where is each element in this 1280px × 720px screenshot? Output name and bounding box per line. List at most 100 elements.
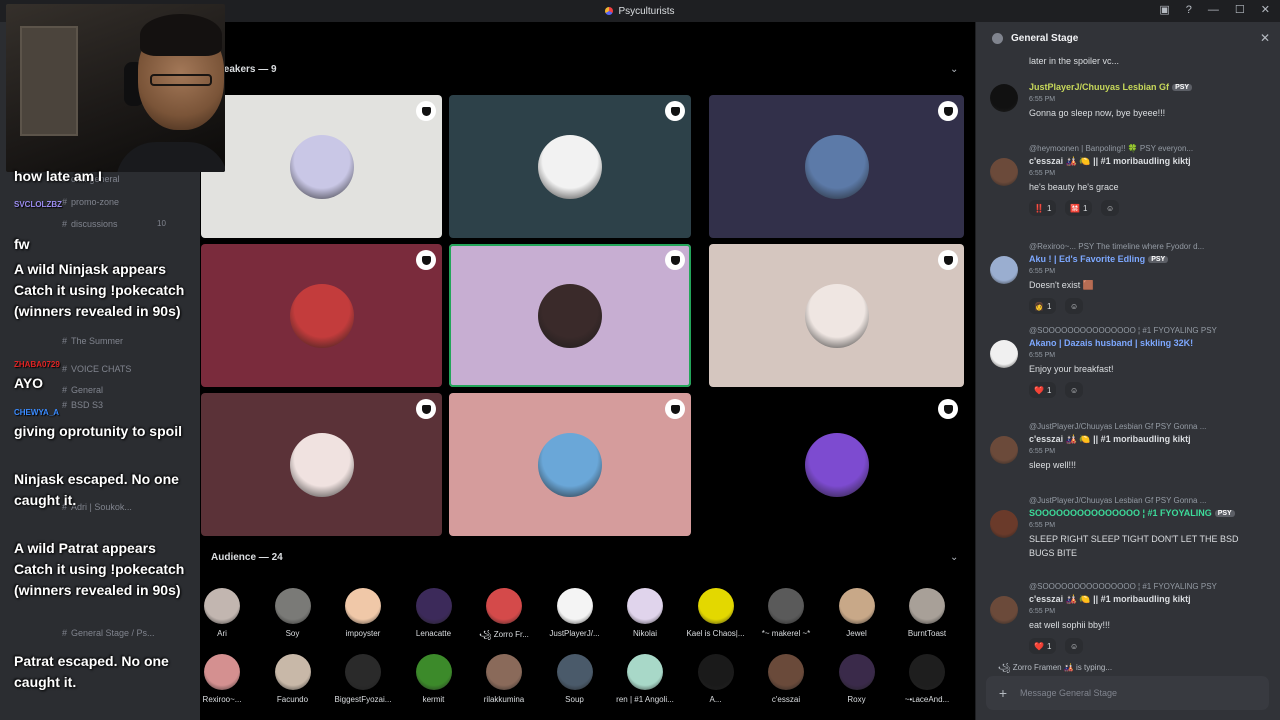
audience-member[interactable]: Soy [263, 588, 323, 638]
reaction[interactable]: 👩 1 [1029, 298, 1057, 314]
sidebar-channel[interactable]: # General [62, 385, 103, 395]
speaker-tile[interactable] [201, 95, 442, 238]
message-input[interactable]: + Message General Stage [986, 676, 1269, 710]
audience-name: Ari [217, 629, 227, 638]
avatar [204, 588, 240, 624]
chevron-down-icon[interactable]: ⌄ [950, 552, 958, 563]
chevron-down-icon[interactable]: ⌄ [950, 64, 958, 75]
username[interactable]: JustPlayerJ/Chuuyas Lesbian Gf PSY [1029, 82, 1193, 92]
speaker-tile[interactable] [201, 393, 442, 536]
sidebar-channel[interactable]: # General Stage / Ps... [62, 628, 155, 638]
audience-member[interactable]: Rexiroo~... [192, 654, 252, 704]
avatar [768, 654, 804, 690]
audience-member[interactable]: ꧁ Zorro Fr... [474, 588, 534, 645]
sidebar-channel[interactable]: # discussions [62, 219, 118, 229]
user-avatar[interactable] [990, 84, 1018, 112]
reaction[interactable]: 🈲 1 [1065, 200, 1093, 216]
shield-icon [670, 106, 680, 116]
user-avatar[interactable] [990, 256, 1018, 284]
inbox-icon[interactable]: ▣ [1159, 3, 1169, 16]
user-avatar[interactable] [990, 340, 1018, 368]
moderator-icon [938, 399, 958, 419]
reaction[interactable]: ❤️ 1 [1029, 638, 1057, 654]
username[interactable]: c'esszai 🎎 🍋 || #1 moribaudling kiktj [1029, 434, 1191, 445]
audience-name: A... [709, 695, 722, 704]
shield-icon [421, 106, 431, 116]
username[interactable]: Aku ! | Ed's Favorite Edling PSY [1029, 254, 1169, 264]
username[interactable]: SOOOOOOOOOOOOOOO ¦ #1 FYOYALING PSY [1029, 508, 1235, 518]
audience-member[interactable]: BiggestFyozai... [333, 654, 393, 704]
speaker-tile[interactable] [709, 244, 964, 387]
user-avatar[interactable] [990, 436, 1018, 464]
reaction[interactable]: ☺ [1065, 382, 1084, 398]
close-icon[interactable]: ✕ [1260, 31, 1270, 45]
user-avatar[interactable] [990, 158, 1018, 186]
reply-preview[interactable]: @heymoonen | Banpoling!! 🍀 PSY everyon..… [1029, 144, 1269, 153]
user-avatar[interactable] [990, 510, 1018, 538]
audience-member[interactable]: Kael is Chaos|... [686, 588, 746, 638]
sidebar-channel[interactable]: # VOICE CHATS [62, 364, 131, 374]
timestamp: 6:55 PM [1029, 268, 1056, 275]
sidebar-channel[interactable]: # chill-general [62, 174, 120, 184]
reply-preview[interactable]: @JustPlayerJ/Chuuyas Lesbian Gf PSY Gonn… [1029, 422, 1269, 431]
reaction-emoji: ☺ [1106, 203, 1115, 213]
avatar [909, 588, 945, 624]
timestamp: 6:55 PM [1029, 608, 1056, 615]
audience-member[interactable]: Facundo [263, 654, 323, 704]
username[interactable]: c'esszai 🎎 🍋 || #1 moribaudling kiktj [1029, 156, 1191, 167]
audience-member[interactable]: Lenacatte [404, 588, 464, 638]
plus-icon[interactable]: + [986, 685, 1020, 701]
audience-member[interactable]: Ari [192, 588, 252, 638]
avatar [556, 654, 593, 690]
audience-member[interactable]: Roxy [827, 654, 887, 704]
audience-member[interactable]: JustPlayerJ/... [545, 588, 605, 638]
sidebar-channel-label: discussions [71, 219, 118, 229]
audience-member[interactable]: Nikolai [615, 588, 675, 638]
reply-preview[interactable]: @JustPlayerJ/Chuuyas Lesbian Gf PSY Gonn… [1029, 496, 1269, 505]
sidebar-channel[interactable]: # BSD S3 [62, 400, 103, 410]
reaction[interactable]: ☺ [1065, 298, 1084, 314]
user-avatar[interactable] [990, 596, 1018, 624]
username[interactable]: c'esszai 🎎 🍋 || #1 moribaudling kiktj [1029, 594, 1191, 605]
audience-name: *~ makerel ~* [761, 629, 811, 638]
audience-member[interactable]: Jewel [827, 588, 887, 638]
username[interactable]: Akano | Dazais husband | skkling 32K! [1029, 338, 1193, 348]
audience-member[interactable]: rilakkumina [474, 654, 534, 704]
reaction[interactable]: ❤️ 1 [1029, 382, 1057, 398]
audience-member[interactable]: *~ makerel ~* [756, 588, 816, 638]
reply-preview[interactable]: @SOOOOOOOOOOOOOOO ¦ #1 FYOYALING PSY [1029, 326, 1269, 335]
audience-member[interactable]: ~•ʟaceAnd... [897, 654, 957, 704]
reaction[interactable]: ☺ [1101, 200, 1120, 216]
minimize-button[interactable]: — [1208, 4, 1219, 16]
speaker-tile[interactable] [709, 393, 964, 536]
close-window-button[interactable]: ✕ [1261, 3, 1270, 16]
moderator-icon [665, 101, 685, 121]
audience-name: Soy [285, 629, 300, 638]
speaker-tile[interactable] [449, 244, 691, 387]
speaker-tile[interactable] [449, 95, 691, 238]
audience-member[interactable]: Soup [545, 654, 605, 704]
audience-member[interactable]: kermit [404, 654, 464, 704]
sidebar-channel[interactable]: # Adri | Soukok... [62, 502, 132, 512]
audience-member[interactable]: A... [686, 654, 746, 704]
audience-member[interactable]: ren | #1 Angoli... [615, 654, 675, 704]
audience-member[interactable]: impoyster [333, 588, 393, 638]
sidebar-channel[interactable]: # promo-zone [62, 197, 119, 207]
speaker-tile[interactable] [709, 95, 964, 238]
audience-name: c'esszai [771, 695, 801, 704]
reaction[interactable]: ‼️ 1 [1029, 200, 1057, 216]
speaker-tile[interactable] [449, 393, 691, 536]
maximize-button[interactable]: ☐ [1235, 3, 1245, 16]
reply-preview[interactable]: @Rexiroo~... PSY The timeline where Fyod… [1029, 242, 1269, 251]
avatar [274, 588, 311, 624]
help-icon[interactable]: ? [1186, 4, 1192, 16]
sidebar-channel[interactable]: # The Summer [62, 336, 123, 346]
audience-member[interactable]: c'esszai [756, 654, 816, 704]
audience-member[interactable]: BurntToast [897, 588, 957, 638]
speaker-tile[interactable] [201, 244, 442, 387]
reaction[interactable]: ☺ [1065, 638, 1084, 654]
reply-preview[interactable]: @SOOOOOOOOOOOOOOO ¦ #1 FYOYALING PSY [1029, 582, 1269, 591]
shield-icon [943, 106, 953, 116]
server-tag: PSY [1148, 256, 1169, 264]
speaker-avatar [538, 432, 602, 497]
